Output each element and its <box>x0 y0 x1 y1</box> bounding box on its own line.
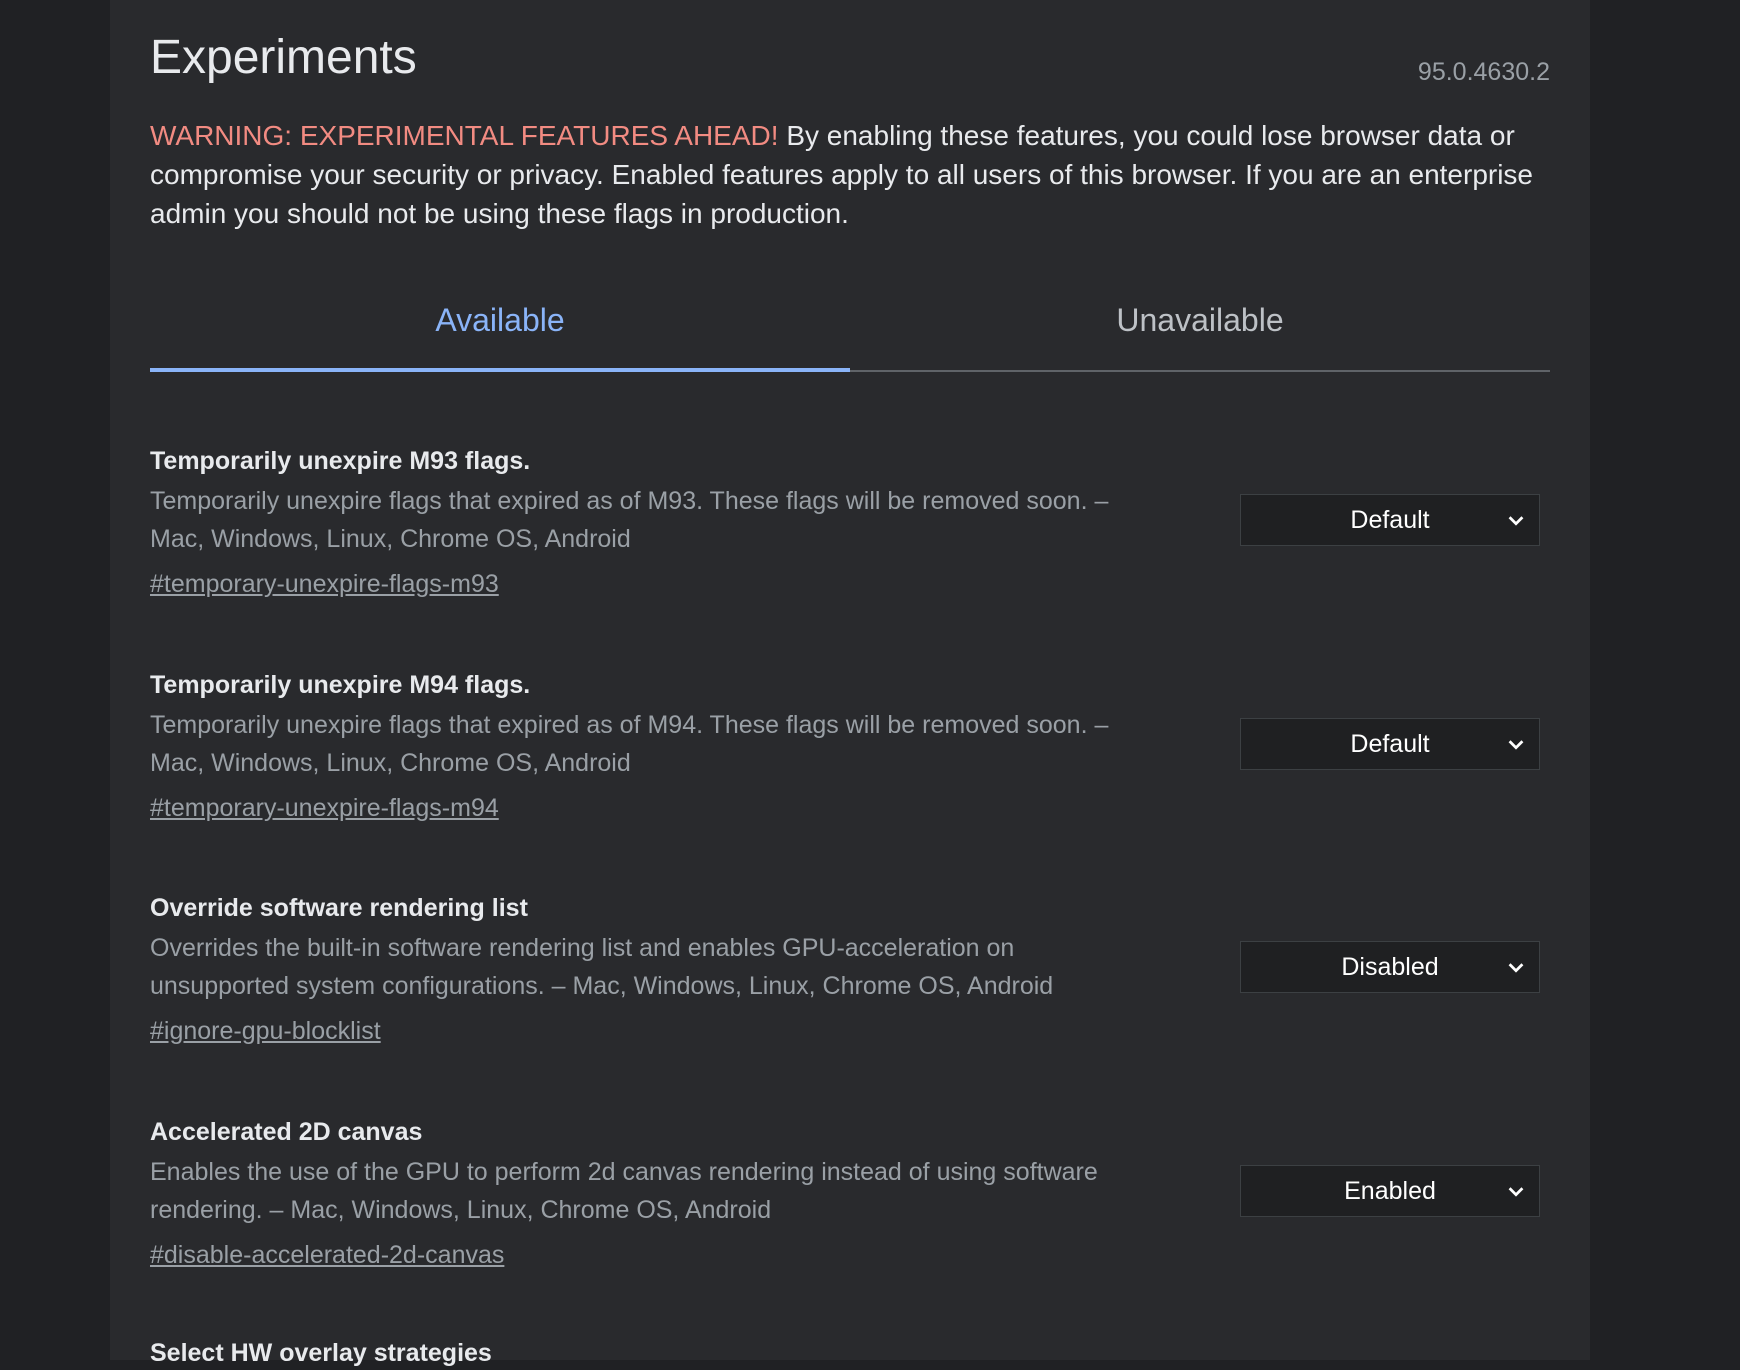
flag-permalink[interactable]: #disable-accelerated-2d-canvas <box>150 1238 504 1272</box>
flag-item: Override software rendering list Overrid… <box>150 891 1550 1081</box>
chevron-down-icon <box>1508 740 1524 750</box>
flag-permalink[interactable]: #ignore-gpu-blocklist <box>150 1014 381 1048</box>
flag-permalink[interactable]: #temporary-unexpire-flags-m94 <box>150 791 499 825</box>
chevron-down-icon <box>1508 1187 1524 1197</box>
tab-available[interactable]: Available <box>150 290 850 372</box>
warning-label: WARNING: EXPERIMENTAL FEATURES AHEAD! <box>150 120 779 151</box>
flag-state-select[interactable]: Default <box>1240 718 1540 770</box>
tab-unavailable[interactable]: Unavailable <box>850 290 1550 370</box>
tab-bar: Available Unavailable <box>150 290 1550 372</box>
flag-title: Temporarily unexpire M94 flags. <box>150 671 531 699</box>
flag-state-select[interactable]: Default <box>1240 494 1540 546</box>
page-title: Experiments <box>150 31 417 84</box>
warning-message: WARNING: EXPERIMENTAL FEATURES AHEAD! By… <box>150 116 1550 233</box>
flag-state-select[interactable]: Enabled <box>1240 1165 1540 1217</box>
flag-title: Temporarily unexpire M93 flags. <box>150 447 531 475</box>
flag-state-value: Enabled <box>1344 1177 1436 1205</box>
version-label: 95.0.4630.2 <box>1417 58 1550 86</box>
flag-state-value: Default <box>1350 506 1430 534</box>
flag-description: Enables the use of the GPU to perform 2d… <box>150 1158 1098 1224</box>
flag-title: Select HW overlay strategies <box>150 1339 492 1367</box>
flag-description: Temporarily unexpire flags that expired … <box>150 711 1109 777</box>
flag-description: Overrides the built-in software renderin… <box>150 934 1054 1000</box>
chevron-down-icon <box>1508 963 1524 973</box>
flag-permalink[interactable]: #temporary-unexpire-flags-m93 <box>150 567 499 601</box>
flag-title: Override software rendering list <box>150 894 528 922</box>
flags-page: Experiments 95.0.4630.2 WARNING: EXPERIM… <box>110 0 1590 1367</box>
flag-description: Temporarily unexpire flags that expired … <box>150 487 1109 553</box>
flag-item: Temporarily unexpire M93 flags. Temporar… <box>150 444 1550 634</box>
flag-state-value: Default <box>1350 730 1430 758</box>
flag-item: Temporarily unexpire M94 flags. Temporar… <box>150 668 1550 858</box>
flag-state-value: Disabled <box>1341 953 1439 981</box>
flag-item: Accelerated 2D canvas Enables the use of… <box>150 1115 1550 1305</box>
flag-title: Accelerated 2D canvas <box>150 1118 423 1146</box>
flag-state-select[interactable]: Disabled <box>1240 941 1540 993</box>
chevron-down-icon <box>1508 516 1524 526</box>
